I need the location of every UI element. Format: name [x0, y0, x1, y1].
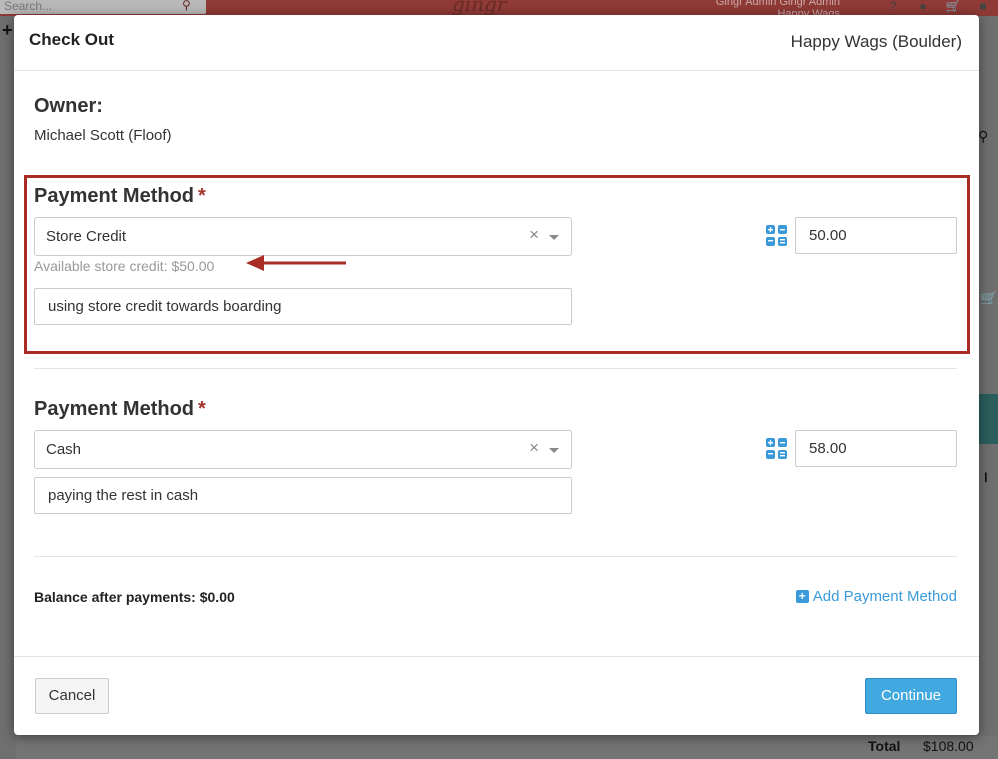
status-icon[interactable]: ●	[908, 0, 938, 16]
payment-note-input[interactable]: paying the rest in cash	[34, 477, 572, 514]
add-payment-method-link[interactable]: + Add Payment Method	[795, 588, 957, 605]
side-panel-button[interactable]	[978, 394, 998, 444]
payment-method-label-text: Payment Method	[34, 398, 195, 420]
payment-method-select[interactable]: Store Credit ×	[34, 217, 572, 256]
payment-note-input[interactable]: using store credit towards boarding	[34, 288, 572, 325]
payment-method-select[interactable]: Cash ×	[34, 430, 572, 469]
search-icon[interactable]: ⚲	[182, 0, 191, 12]
chat-icon[interactable]: ■	[968, 0, 998, 16]
required-mark: *	[198, 185, 206, 207]
store-credit-help: Available store credit: $50.00	[34, 258, 215, 274]
modal-footer-divider	[14, 656, 979, 657]
payment-method-value: Store Credit	[46, 228, 127, 245]
total-label: Total	[868, 738, 901, 754]
checkout-modal: Check Out Happy Wags (Boulder) Owner: Mi…	[14, 15, 979, 735]
arrow-left-icon	[246, 255, 346, 271]
payment-amount-input[interactable]: 58.00	[795, 430, 957, 467]
clear-icon[interactable]: ×	[529, 225, 539, 245]
app-header-icons: ? ● 🛒 ■	[878, 0, 998, 16]
payment-method-label-text: Payment Method	[34, 185, 195, 207]
balance-after-payments: Balance after payments: $0.00	[34, 589, 235, 605]
calculator-icon[interactable]	[766, 438, 787, 459]
cart-icon[interactable]: 🛒	[938, 0, 968, 16]
app-user-name: Gingr Admin Gingr Admin	[715, 0, 840, 8]
divider	[34, 368, 957, 369]
payment-method-label: Payment Method *	[34, 398, 206, 421]
modal-header: Check Out Happy Wags (Boulder)	[14, 15, 979, 71]
required-mark: *	[198, 398, 206, 420]
modal-title: Check Out	[29, 30, 115, 49]
payment-amount-input[interactable]: 50.00	[795, 217, 957, 254]
payment-method-value: Cash	[46, 441, 82, 458]
modal-location: Happy Wags (Boulder)	[790, 32, 962, 51]
divider	[34, 556, 957, 557]
cart-icon[interactable]: 🛒	[980, 290, 997, 307]
calculator-icon[interactable]	[766, 225, 787, 246]
search-icon[interactable]: ⚲	[978, 128, 988, 145]
total-value: $108.00	[923, 738, 974, 754]
help-icon[interactable]: ?	[878, 0, 908, 16]
continue-button[interactable]: Continue	[865, 678, 957, 714]
chevron-down-icon[interactable]	[549, 448, 559, 453]
owner-label: Owner:	[34, 95, 103, 117]
cancel-button[interactable]: Cancel	[35, 678, 109, 714]
plus-square-icon: +	[795, 590, 809, 603]
payment-method-label: Payment Method *	[34, 185, 206, 208]
side-label: l	[984, 470, 988, 485]
add-payment-method-label: Add Payment Method	[812, 588, 957, 605]
total-row	[16, 736, 998, 759]
add-icon[interactable]: +	[2, 20, 13, 41]
owner-name: Michael Scott (Floof)	[34, 127, 172, 144]
chevron-down-icon[interactable]	[549, 235, 559, 240]
app-logo: gingr	[452, 0, 507, 16]
app-search-input[interactable]: Search...	[0, 0, 206, 14]
clear-icon[interactable]: ×	[529, 438, 539, 458]
